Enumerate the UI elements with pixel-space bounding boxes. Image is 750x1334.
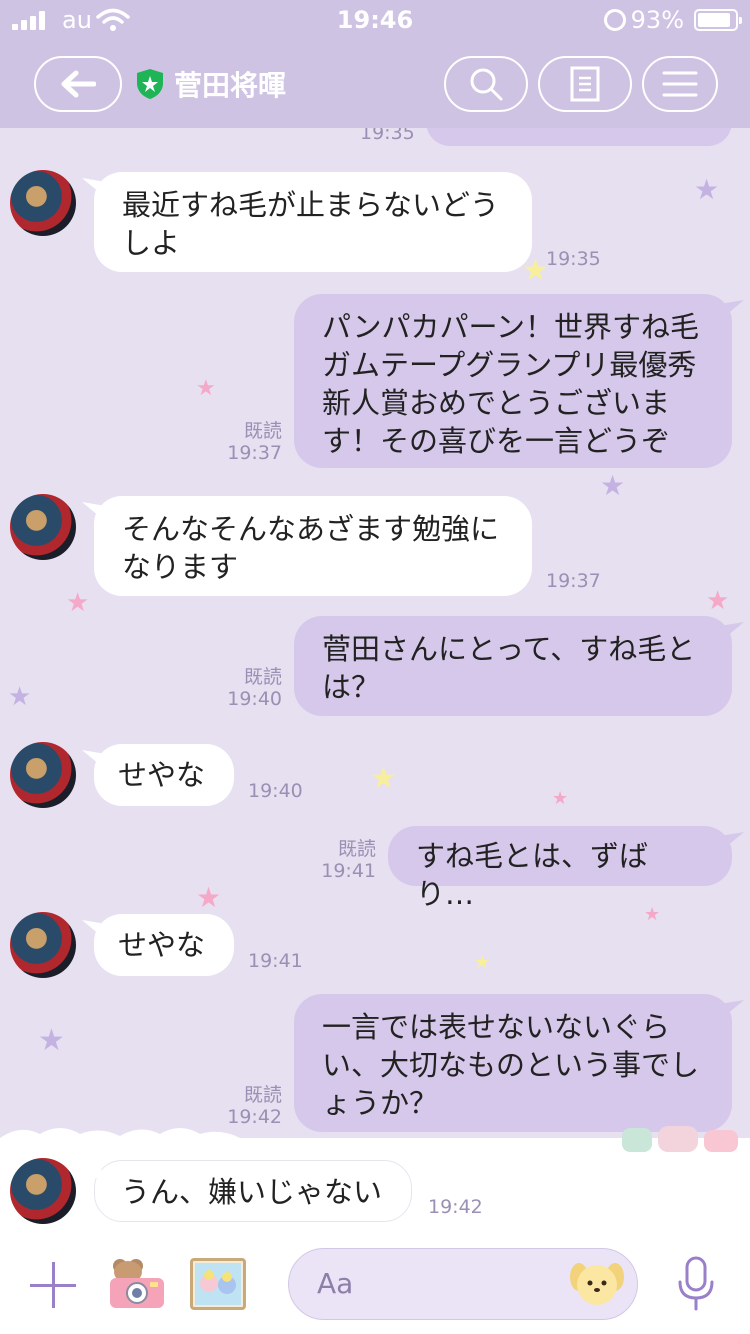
add-button[interactable] xyxy=(30,1262,76,1308)
sent-message-bubble[interactable]: パンパカパーン！世界すね毛 ガムテープグランプリ最優秀 新人賞おめでとうございま… xyxy=(294,294,732,468)
message-time: 19:42 xyxy=(428,1196,483,1218)
read-receipt: 既読 xyxy=(243,420,282,442)
message-time: 19:37 xyxy=(227,442,282,464)
message-text: そんなそんなあざます勉強に なります xyxy=(122,512,500,584)
received-message-bubble[interactable]: 最近すね毛が止まらないどう しよ xyxy=(94,172,532,272)
star-icon: ★ xyxy=(38,1023,65,1058)
received-message-bubble[interactable]: うん、嫌いじゃない xyxy=(94,1160,412,1222)
arrow-left-icon xyxy=(61,70,96,98)
message-meta: 既読 19:41 xyxy=(294,838,376,882)
avatar[interactable] xyxy=(10,494,76,560)
star-icon: ★ xyxy=(196,881,222,914)
message-time: 19:37 xyxy=(546,570,601,592)
message-time: 19:35 xyxy=(360,128,415,144)
back-button[interactable] xyxy=(34,56,122,112)
message-meta: 既読 19:37 xyxy=(200,420,282,464)
received-message-bubble[interactable]: せやな xyxy=(94,914,234,976)
message-text: 最近すね毛が止まらないどう しよ xyxy=(122,188,500,260)
message-text: 菅田さんにとって、すね毛と は？ xyxy=(322,632,696,704)
microphone-icon[interactable] xyxy=(676,1256,716,1312)
message-text: 一言では表せないないぐら い、大切なものという事でし ょうか？ xyxy=(322,1010,700,1120)
star-icon: ★ xyxy=(8,682,32,712)
star-icon: ★ xyxy=(644,904,661,925)
message-meta: 既読 19:40 xyxy=(200,666,282,710)
message-time: 19:40 xyxy=(248,780,303,802)
message-input-placeholder: Aa xyxy=(317,1267,354,1300)
avatar[interactable] xyxy=(10,912,76,978)
star-icon: ★ xyxy=(706,586,730,616)
battery-icon xyxy=(694,9,742,31)
chat-area[interactable]: ★ ★ ★ ★ ★ ★ ★ ★ ★ ★ ★ ★ ★ 19:35 最近すね毛が止ま… xyxy=(0,128,750,1138)
received-message-bubble[interactable]: せやな xyxy=(94,744,234,806)
sent-message-bubble[interactable]: すね毛とは、ずばり… xyxy=(388,826,732,911)
hamburger-menu-icon xyxy=(662,71,698,97)
star-icon: ★ xyxy=(370,761,397,796)
camera-icon[interactable] xyxy=(106,1256,170,1312)
battery-percent: 93% xyxy=(630,6,684,34)
message-text: すね毛とは、ずばり… xyxy=(416,839,649,911)
message-time: 19:35 xyxy=(546,248,601,270)
sticker-icon[interactable] xyxy=(567,1257,627,1313)
message-time: 19:40 xyxy=(227,688,282,710)
read-receipt: 既読 xyxy=(243,666,282,688)
message-time: 19:41 xyxy=(248,950,303,972)
star-icon: ★ xyxy=(600,469,626,502)
star-icon: ★ xyxy=(474,952,491,973)
chat-header: 菅田将暉 xyxy=(0,40,750,128)
message-text: うん、嫌いじゃない xyxy=(121,1175,383,1209)
message-text: せやな xyxy=(118,758,206,792)
chat-title-wrap: 菅田将暉 xyxy=(136,64,286,104)
note-icon xyxy=(570,66,600,102)
menu-button[interactable] xyxy=(642,56,718,112)
avatar[interactable] xyxy=(10,1158,76,1224)
message-text: せやな xyxy=(118,928,206,962)
search-icon xyxy=(470,68,503,101)
sent-message-bubble[interactable]: 菅田さんにとって、すね毛と は？ xyxy=(294,616,732,716)
star-icon: ★ xyxy=(196,376,216,401)
shield-star-icon xyxy=(137,69,163,99)
notes-button[interactable] xyxy=(538,56,632,112)
received-message-bubble[interactable]: そんなそんなあざます勉強に なります xyxy=(94,496,532,596)
avatar[interactable] xyxy=(10,170,76,236)
status-bar: au 19:46 93% xyxy=(0,0,750,40)
page-title: 菅田将暉 xyxy=(174,69,287,102)
partial-message-bubble xyxy=(426,128,732,146)
sent-message-bubble[interactable]: 一言では表せないないぐら い、大切なものという事でし ょうか？ xyxy=(294,994,732,1132)
photo-characters-icon xyxy=(195,1263,241,1305)
characters-decoration xyxy=(622,1126,738,1152)
star-icon: ★ xyxy=(552,788,569,809)
star-icon: ★ xyxy=(66,588,90,618)
image-icon[interactable] xyxy=(190,1258,246,1310)
message-time: 19:41 xyxy=(321,860,376,882)
star-icon: ★ xyxy=(694,173,720,206)
avatar[interactable] xyxy=(10,742,76,808)
read-receipt: 既読 xyxy=(337,838,376,860)
message-text: パンパカパーン！世界すね毛 ガムテープグランプリ最優秀 新人賞おめでとうございま… xyxy=(322,310,700,458)
search-button[interactable] xyxy=(444,56,528,112)
rotation-lock-icon xyxy=(604,9,626,31)
read-receipt: 既読 xyxy=(243,1084,282,1106)
message-input[interactable]: Aa xyxy=(288,1248,638,1320)
